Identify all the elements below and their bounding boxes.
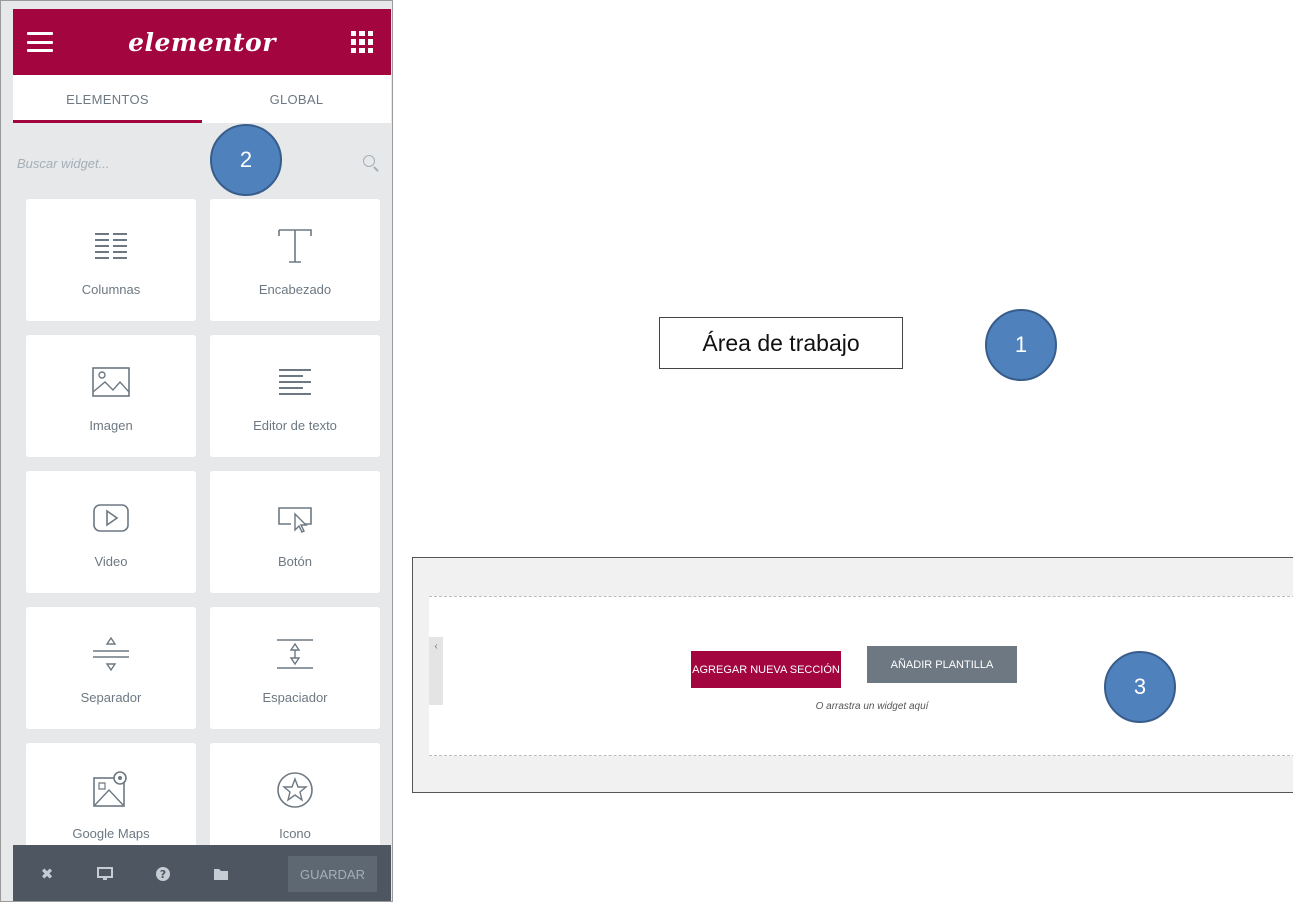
widget-label: Espaciador bbox=[262, 689, 328, 705]
button-icon bbox=[278, 506, 312, 533]
text-editor-icon bbox=[279, 368, 311, 395]
widget-video[interactable]: Video bbox=[26, 471, 196, 593]
columns-icon bbox=[95, 232, 127, 259]
map-icon bbox=[93, 770, 127, 807]
apps-grid-icon[interactable] bbox=[351, 31, 373, 53]
heading-icon bbox=[278, 228, 312, 263]
add-section-button[interactable]: AGREGAR NUEVA SECCIÓN bbox=[691, 651, 841, 688]
search-input[interactable]: Buscar widget... bbox=[17, 156, 110, 171]
work-area-label: Área de trabajo bbox=[659, 317, 903, 369]
widget-text-editor[interactable]: Editor de texto bbox=[210, 335, 380, 457]
widget-label: Icono bbox=[279, 825, 311, 841]
widget-label: Google Maps bbox=[72, 825, 150, 841]
callout-badge-1: 1 bbox=[985, 309, 1057, 381]
panel-header: elementor bbox=[13, 9, 391, 75]
tab-elementos[interactable]: ELEMENTOS bbox=[13, 75, 202, 123]
elementor-panel: elementor ELEMENTOS GLOBAL Buscar widget… bbox=[0, 0, 393, 902]
callout-badge-2: 2 bbox=[210, 124, 282, 196]
widget-image[interactable]: Imagen bbox=[26, 335, 196, 457]
widget-label: Columnas bbox=[81, 281, 141, 297]
panel-footer: ✖ ? GUARDAR bbox=[13, 845, 391, 901]
widget-columns[interactable]: Columnas bbox=[26, 199, 196, 321]
divider-icon bbox=[93, 636, 129, 671]
desktop-icon[interactable] bbox=[91, 860, 119, 888]
svg-text:?: ? bbox=[160, 868, 166, 881]
widget-label: Video bbox=[94, 553, 128, 569]
widget-label: Encabezado bbox=[258, 281, 332, 297]
widget-divider[interactable]: Separador bbox=[26, 607, 196, 729]
tab-global[interactable]: GLOBAL bbox=[202, 75, 391, 123]
video-icon bbox=[93, 503, 129, 532]
close-icon[interactable]: ✖ bbox=[33, 860, 61, 888]
widget-grid: Columnas Encabezado Imagen Editor de tex… bbox=[26, 199, 382, 865]
widget-heading[interactable]: Encabezado bbox=[210, 199, 380, 321]
folder-icon[interactable] bbox=[207, 860, 235, 888]
widget-spacer[interactable]: Espaciador bbox=[210, 607, 380, 729]
widget-button[interactable]: Botón bbox=[210, 471, 380, 593]
brand-logo: elementor bbox=[128, 27, 276, 57]
help-icon[interactable]: ? bbox=[149, 860, 177, 888]
callout-badge-3: 3 bbox=[1104, 651, 1176, 723]
widget-label: Imagen bbox=[89, 417, 133, 433]
widget-label: Botón bbox=[278, 553, 312, 569]
star-icon bbox=[277, 771, 313, 808]
save-button[interactable]: GUARDAR bbox=[287, 856, 377, 892]
spacer-icon bbox=[277, 638, 313, 669]
widget-label: Separador bbox=[80, 689, 142, 705]
add-template-button[interactable]: AÑADIR PLANTILLA bbox=[867, 646, 1017, 683]
image-icon bbox=[92, 366, 130, 397]
search-icon bbox=[363, 155, 379, 171]
widget-search[interactable]: Buscar widget... bbox=[13, 133, 391, 193]
widget-label: Editor de texto bbox=[253, 417, 337, 433]
menu-icon[interactable] bbox=[27, 32, 53, 52]
collapse-handle[interactable]: ‹ bbox=[429, 637, 443, 705]
panel-tabs: ELEMENTOS GLOBAL bbox=[13, 75, 391, 123]
